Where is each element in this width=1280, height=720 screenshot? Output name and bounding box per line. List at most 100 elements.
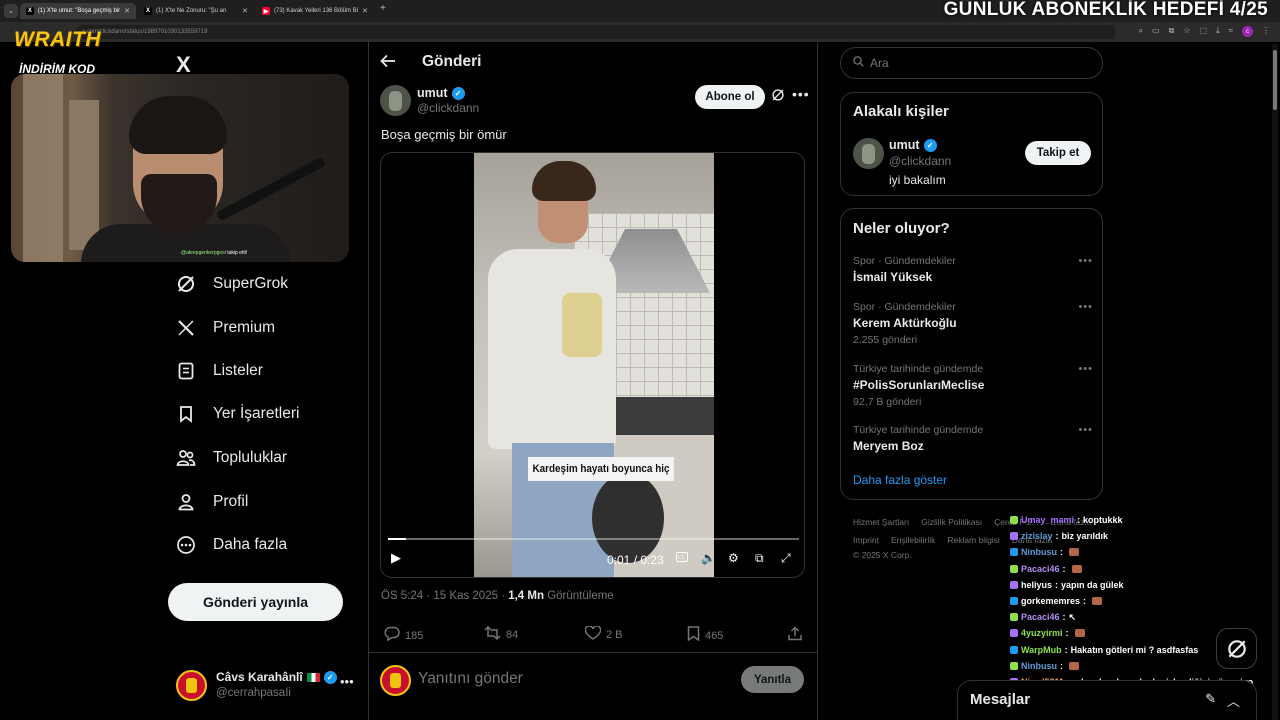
chat-username[interactable]: heliyus bbox=[1021, 580, 1052, 590]
communities-icon bbox=[176, 448, 196, 468]
nav-more[interactable]: Daha fazla bbox=[176, 532, 287, 558]
video-progress-bar[interactable] bbox=[388, 538, 799, 540]
avatar[interactable] bbox=[853, 138, 884, 169]
nav-profile[interactable]: Profil bbox=[176, 489, 248, 515]
chat-badge-icon bbox=[1010, 516, 1018, 525]
share-action[interactable] bbox=[788, 626, 802, 645]
zoom-icon[interactable]: ⌕ bbox=[1139, 26, 1143, 37]
browser-tab-3[interactable]: ▶ (73) Kavak Yelleri 136 Bölüm Bi ✕ bbox=[256, 3, 374, 19]
video-hair bbox=[532, 161, 596, 201]
more-icon[interactable]: ••• bbox=[340, 674, 354, 689]
footer-link[interactable]: Imprint bbox=[853, 535, 879, 545]
chat-username[interactable]: Pacaci46 bbox=[1021, 612, 1060, 622]
translate-icon[interactable]: ≈ bbox=[1229, 26, 1233, 37]
views-label: Görüntüleme bbox=[547, 590, 614, 602]
chat-username[interactable]: 4yuzyirmi bbox=[1021, 628, 1063, 638]
x-premium-icon bbox=[176, 318, 196, 338]
account-switcher[interactable]: Câvs Karahânlî ✓ @cerrahpasaIi ••• bbox=[176, 668, 356, 704]
footer-link[interactable]: Reklam bilgisi bbox=[947, 535, 999, 545]
author-name[interactable]: umut ✓ bbox=[417, 86, 465, 100]
fullscreen-icon[interactable]: ⤢ bbox=[781, 551, 791, 566]
more-icon[interactable]: ••• bbox=[1078, 363, 1093, 375]
author-avatar[interactable] bbox=[380, 85, 411, 116]
back-arrow-icon[interactable] bbox=[380, 52, 396, 73]
author-handle[interactable]: @clickdann bbox=[417, 101, 479, 115]
collapse-chevron-icon[interactable]: ︿ bbox=[1227, 691, 1240, 710]
nav-premium[interactable]: Premium bbox=[176, 315, 275, 341]
cast-icon[interactable]: ▭ bbox=[1152, 26, 1160, 37]
tab-search-icon[interactable]: ⌄ bbox=[4, 4, 18, 18]
search-input[interactable]: Ara bbox=[840, 47, 1103, 79]
trend-item[interactable]: Türkiye tarihinde gündemde #PolisSorunla… bbox=[853, 363, 1093, 408]
reply-action[interactable]: 185 bbox=[384, 626, 423, 645]
footer-link[interactable]: Erişilebilirlik bbox=[891, 535, 935, 545]
repost-icon bbox=[484, 625, 501, 644]
extensions-icon[interactable]: ⬚ bbox=[1200, 26, 1208, 37]
reply-button[interactable]: Yanıtla bbox=[741, 666, 804, 693]
video-player[interactable]: Kardeşim hayatı boyunca hiç ▶ 0:01 / 0:2… bbox=[380, 152, 805, 578]
more-icon[interactable]: ••• bbox=[1078, 301, 1093, 313]
chat-text: Hakatın götleri mi ? asdfasfas bbox=[1070, 644, 1199, 655]
new-tab-icon[interactable]: + bbox=[380, 3, 386, 14]
scrollbar[interactable] bbox=[1272, 44, 1278, 720]
follow-button[interactable]: Takip et bbox=[1025, 141, 1091, 165]
subscribe-button[interactable]: Abone ol bbox=[695, 85, 765, 109]
nav-lists[interactable]: Listeler bbox=[176, 358, 263, 384]
browser-tab-2[interactable]: X (1) X'te Ne Zonuru: "Şu an ✕ bbox=[138, 3, 254, 19]
nav-bookmarks[interactable]: Yer İşaretleri bbox=[176, 401, 299, 427]
scrollbar-thumb[interactable] bbox=[1273, 50, 1277, 110]
new-message-icon[interactable]: ✎ bbox=[1205, 691, 1216, 707]
more-icon[interactable]: ••• bbox=[792, 86, 810, 102]
verified-badge-icon: ✓ bbox=[923, 138, 937, 152]
video-shirt-print bbox=[562, 293, 602, 357]
trend-item[interactable]: Spor · Gündemdekiler İsmail Yüksek ••• bbox=[853, 255, 1093, 284]
chat-username[interactable]: Pacaci46 bbox=[1021, 564, 1060, 574]
grok-fab-button[interactable] bbox=[1216, 628, 1257, 669]
like-action[interactable]: 2 B bbox=[584, 625, 623, 644]
nav-supergrok[interactable]: SuperGrok bbox=[176, 271, 288, 297]
show-more-link[interactable]: Daha fazla göster bbox=[853, 473, 947, 487]
post-button[interactable]: Gönderi yayınla bbox=[168, 583, 343, 621]
more-icon[interactable]: ••• bbox=[1078, 255, 1093, 267]
url-field[interactable]: x.com/clickdann/status/19897010301335597… bbox=[76, 25, 1116, 39]
chat-badge-icon bbox=[1010, 564, 1018, 573]
share-icon[interactable]: ⧉ bbox=[1169, 26, 1175, 37]
chat-username[interactable]: gorkememres bbox=[1021, 596, 1080, 606]
pip-icon[interactable]: ⧉ bbox=[755, 551, 764, 566]
footer-copyright: © 2025 X Corp. bbox=[853, 550, 912, 560]
star-icon[interactable]: ☆ bbox=[1183, 26, 1190, 37]
play-icon[interactable]: ▶ bbox=[391, 550, 401, 566]
browser-tab-1[interactable]: X (1) X'te umut: "Boşa geçmiş bir ✕ bbox=[20, 3, 136, 19]
grok-icon[interactable] bbox=[771, 88, 785, 105]
tab-title: (73) Kavak Yelleri 136 Bölüm Bi bbox=[274, 8, 359, 14]
person-name[interactable]: umut ✓ bbox=[889, 138, 937, 152]
chat-username[interactable]: WarpMub bbox=[1021, 645, 1062, 655]
trend-item[interactable]: Spor · Gündemdekiler Kerem Aktürkoğlu 2.… bbox=[853, 301, 1093, 346]
settings-gear-icon[interactable]: ⚙ bbox=[728, 551, 739, 565]
chat-username[interactable]: Ninbusu bbox=[1021, 547, 1057, 557]
close-tab-icon[interactable]: ✕ bbox=[362, 7, 368, 15]
bookmark-action[interactable]: 465 bbox=[687, 626, 723, 645]
webcam-background bbox=[23, 74, 63, 262]
footer-link[interactable]: Hizmet Şartları bbox=[853, 517, 909, 527]
trends-card: Neler oluyor? Spor · Gündemdekiler İsmai… bbox=[840, 208, 1103, 500]
profile-avatar-icon[interactable]: c bbox=[1242, 26, 1253, 37]
messages-drawer[interactable]: Mesajlar ✎ ︿ bbox=[957, 680, 1257, 720]
footer-link[interactable]: Gizlilik Politikası bbox=[921, 517, 982, 527]
chat-username[interactable]: zizislay bbox=[1021, 531, 1053, 541]
search-icon bbox=[853, 56, 864, 70]
trend-item[interactable]: Türkiye tarihinde gündemde Meryem Boz ••… bbox=[853, 424, 1093, 453]
download-icon[interactable]: ⤓ bbox=[1216, 26, 1220, 37]
volume-icon[interactable]: 🔈 bbox=[701, 551, 716, 565]
chat-username[interactable]: Ninbusu bbox=[1021, 661, 1057, 671]
reply-input[interactable]: Yanıtını gönder bbox=[418, 670, 523, 688]
x-logo-icon[interactable]: X bbox=[176, 52, 191, 78]
captions-icon[interactable]: CC bbox=[676, 551, 688, 565]
nav-communities[interactable]: Topluluklar bbox=[176, 445, 287, 471]
more-icon[interactable]: ••• bbox=[1078, 424, 1093, 436]
menu-icon[interactable]: ⋮ bbox=[1262, 26, 1270, 37]
close-tab-icon[interactable]: ✕ bbox=[242, 7, 248, 15]
repost-action[interactable]: 84 bbox=[484, 625, 518, 644]
chat-username[interactable]: Umay_mami bbox=[1021, 515, 1074, 525]
close-tab-icon[interactable]: ✕ bbox=[124, 7, 130, 15]
